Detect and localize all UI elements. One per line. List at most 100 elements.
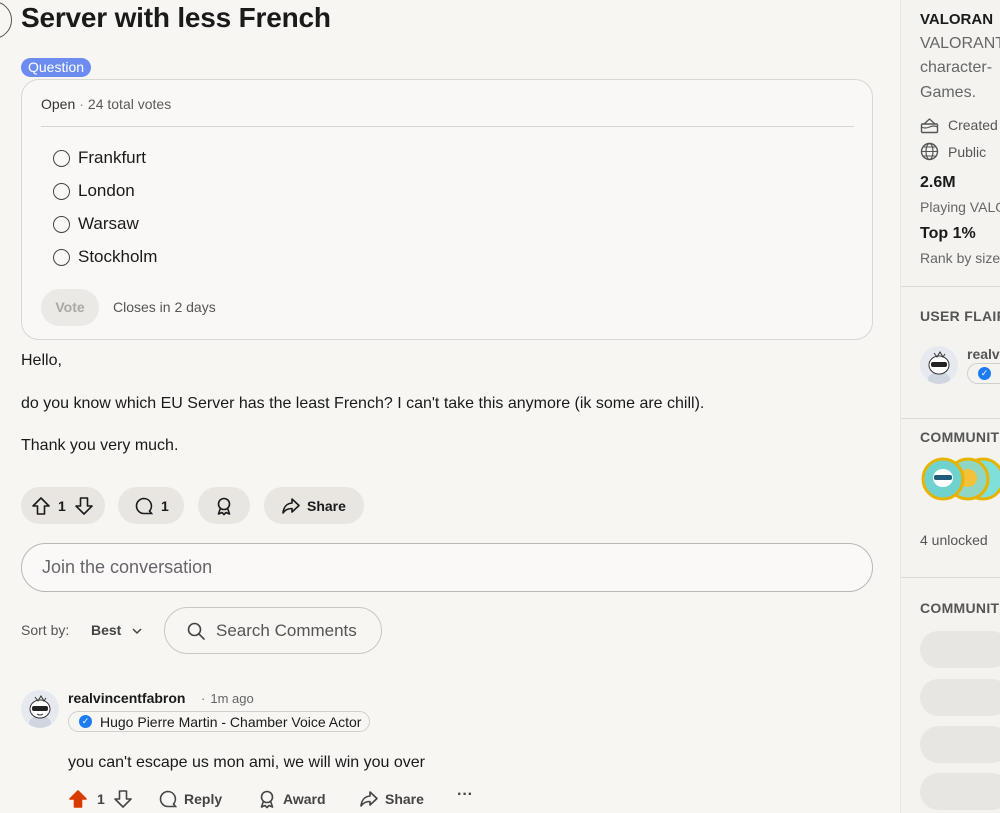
award-button[interactable]	[198, 487, 250, 524]
post-body-line: Hello,	[21, 352, 62, 369]
community-name: VALORAN	[920, 11, 994, 28]
poll-option-label: Stockholm	[78, 247, 158, 266]
poll-option-label: Warsaw	[78, 214, 139, 233]
poll-total-votes: 24 total votes	[87, 96, 172, 112]
post-body-line: Thank you very much.	[21, 437, 179, 454]
award-icon	[257, 789, 277, 809]
community-bookmark-button[interactable]	[920, 726, 1000, 763]
cake-icon	[920, 116, 939, 134]
upvote-count: 1	[58, 497, 66, 514]
reply-label: Reply	[184, 791, 223, 807]
comment-time: 1m ago	[210, 691, 254, 706]
members-label: Playing VALO	[920, 199, 1000, 215]
sidebar-separator	[901, 418, 1000, 419]
sort-value: Best	[91, 622, 122, 638]
comment-vote-count: 1	[97, 791, 105, 807]
comment-flair-text: Hugo Pierre Martin - Chamber Voice Actor	[100, 713, 362, 730]
award-icon	[214, 496, 234, 516]
comment-award-button[interactable]: Award	[257, 789, 326, 809]
community-bookmark-button[interactable]	[920, 679, 1000, 716]
comment-icon	[134, 496, 154, 516]
poll-header: Open · 24 total votes	[41, 96, 171, 112]
share-label: Share	[307, 497, 346, 514]
user-flair-username: realv	[967, 346, 1000, 362]
sidebar-separator	[901, 577, 1000, 578]
community-description-line: Games.	[920, 84, 977, 101]
reply-button[interactable]: Reply	[158, 789, 222, 809]
comment-timestamp: · 1m ago	[201, 691, 254, 706]
separator-dot: ·	[79, 96, 84, 112]
comment-icon	[158, 789, 178, 809]
post-title: Server with less French	[21, 2, 331, 33]
back-button[interactable]	[0, 1, 12, 39]
bookmarks-heading: COMMUNIT	[920, 600, 1000, 616]
radio-icon[interactable]	[53, 215, 70, 233]
downvote-icon[interactable]	[113, 789, 133, 809]
community-bookmark-button[interactable]	[920, 773, 1000, 810]
verified-check-icon: ✓	[978, 367, 991, 380]
sort-dropdown[interactable]: Best	[91, 622, 143, 638]
poll-option-label: London	[78, 181, 135, 200]
visibility-label: Public	[948, 143, 987, 160]
share-icon	[359, 789, 379, 809]
upvote-icon[interactable]	[31, 496, 51, 516]
community-sidebar: VALORAN VALORANT character- Games. Creat…	[901, 0, 1000, 813]
upvote-filled-icon[interactable]	[68, 789, 88, 809]
share-button[interactable]: Share	[264, 487, 364, 524]
post-flair-badge[interactable]: Question	[21, 58, 92, 77]
join-conversation-input[interactable]: Join the conversation	[21, 543, 873, 592]
comment-username[interactable]: realvincentfabron	[68, 690, 185, 706]
sort-label: Sort by:	[21, 622, 70, 638]
radio-icon[interactable]	[53, 182, 70, 200]
more-options-icon[interactable]: ···	[457, 786, 473, 804]
community-bookmark-button[interactable]	[920, 631, 1000, 668]
comment-user-flair: ✓ Hugo Pierre Martin - Chamber Voice Act…	[68, 711, 371, 732]
poll-option-london[interactable]: London	[53, 181, 135, 201]
post-body-line: do you know which EU Server has the leas…	[21, 395, 705, 412]
vote-button[interactable]: Vote	[41, 289, 99, 326]
share-label: Share	[385, 791, 424, 807]
created-row: Created	[920, 116, 998, 134]
comment-vote-group: 1	[68, 789, 133, 809]
achievements-heading: COMMUNIT	[920, 429, 1000, 445]
post-main: Server with less French Question Open · 24…	[0, 0, 900, 813]
globe-icon	[920, 142, 939, 161]
radio-icon[interactable]	[53, 149, 70, 167]
vote-pill: 1	[21, 487, 105, 524]
verified-check-icon: ✓	[79, 715, 92, 728]
visibility-row: Public	[920, 142, 986, 161]
achievements-unlocked: 4 unlocked	[920, 532, 988, 548]
poll-status: Open	[41, 96, 76, 112]
poll-card: Open · 24 total votes Frankfurt London War…	[21, 79, 873, 340]
poll-option-warsaw[interactable]: Warsaw	[53, 214, 139, 234]
comments-button[interactable]: 1	[118, 487, 184, 524]
comment-avatar[interactable]	[21, 690, 59, 728]
poll-option-label: Frankfurt	[78, 148, 147, 167]
search-comments-label: Search Comments	[216, 620, 357, 640]
achievement-badges[interactable]	[920, 456, 1000, 502]
created-label: Created	[948, 117, 998, 133]
poll-closes-text: Closes in 2 days	[113, 299, 216, 315]
community-description-line: character-	[920, 59, 993, 76]
comment-share-button[interactable]: Share	[359, 789, 424, 809]
user-flair-heading: USER FLAIR	[920, 308, 1000, 324]
members-count: 2.6M	[920, 174, 956, 191]
search-icon	[186, 621, 206, 641]
user-flair-chip[interactable]: ✓	[967, 363, 1000, 384]
rank-value: Top 1%	[920, 225, 976, 242]
search-comments-button[interactable]: Search Comments	[164, 607, 382, 654]
separator-dot: ·	[201, 691, 206, 706]
poll-divider	[41, 126, 854, 127]
comment-text: you can't escape us mon ami, we will win…	[68, 754, 425, 771]
poll-option-stockholm[interactable]: Stockholm	[53, 247, 157, 267]
radio-icon[interactable]	[53, 248, 70, 266]
poll-option-frankfurt[interactable]: Frankfurt	[53, 148, 146, 168]
share-icon	[281, 496, 301, 516]
chevron-down-icon	[131, 625, 143, 637]
comments-count: 1	[161, 497, 169, 514]
downvote-icon[interactable]	[74, 496, 94, 516]
rank-label: Rank by size	[920, 250, 1000, 266]
user-flair-avatar	[920, 346, 958, 384]
sidebar-separator	[901, 286, 1000, 287]
award-label: Award	[283, 791, 326, 807]
